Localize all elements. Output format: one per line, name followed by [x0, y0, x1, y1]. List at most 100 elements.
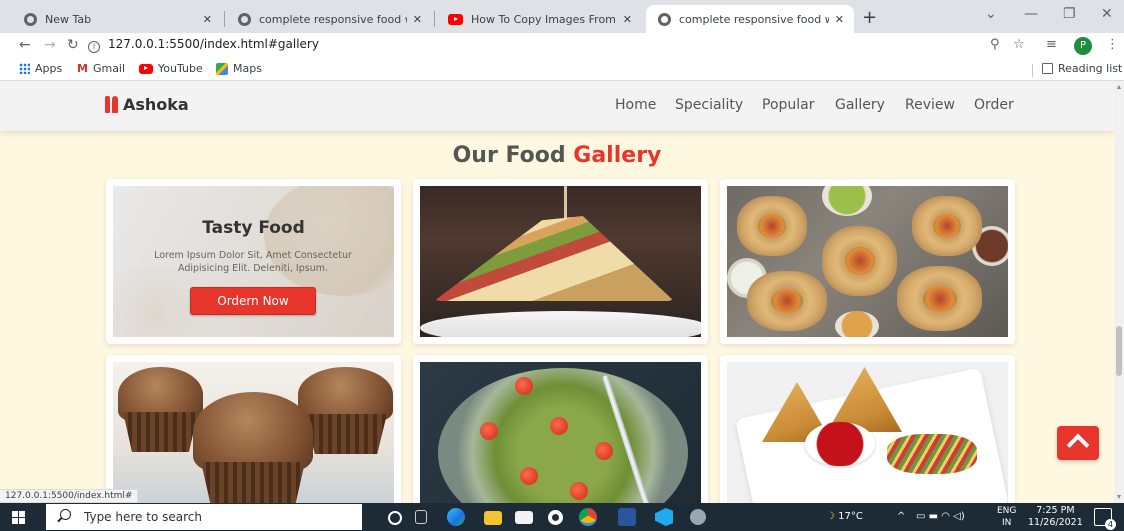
reading-list-button[interactable]: Reading list — [1042, 62, 1122, 75]
minimize-icon[interactable]: — — [1024, 6, 1038, 22]
file-explorer-icon[interactable] — [484, 511, 502, 525]
order-now-button[interactable]: Ordern Now — [190, 287, 316, 315]
tomato — [570, 482, 588, 500]
globe-icon — [658, 12, 671, 26]
menu-kebab-icon[interactable]: ⋮ — [1106, 37, 1119, 52]
salad-garnish — [887, 434, 977, 474]
green-dip — [822, 186, 872, 216]
new-tab-plus-icon[interactable]: + — [862, 7, 877, 28]
gallery-heading: Our Food Gallery — [0, 143, 1114, 168]
window-close-icon[interactable]: ✕ — [1101, 6, 1113, 22]
nav-popular[interactable]: Popular — [762, 97, 815, 113]
scroll-to-top-button[interactable] — [1057, 426, 1099, 460]
close-icon[interactable]: ✕ — [835, 13, 844, 26]
cortana-icon[interactable] — [388, 511, 402, 525]
close-icon[interactable]: ✕ — [203, 13, 212, 26]
temperature: 17°C — [838, 511, 863, 522]
back-arrow-icon[interactable]: ← — [19, 37, 31, 53]
gallery-card-sandwich[interactable] — [413, 179, 708, 344]
chrome-icon[interactable] — [579, 508, 597, 526]
globe-icon — [24, 12, 37, 26]
close-icon[interactable]: ✕ — [623, 13, 632, 26]
notification-count: 4 — [1105, 519, 1116, 530]
heading-accent: Gallery — [573, 143, 662, 168]
nav-order[interactable]: Order — [974, 97, 1014, 113]
app-icon[interactable] — [690, 509, 706, 525]
cupcakes-image — [113, 362, 394, 503]
bookmark-maps[interactable]: Maps — [216, 62, 262, 75]
salad-bowl — [438, 368, 688, 503]
youtube-icon — [448, 13, 463, 25]
taskbar-search-box[interactable]: Type here to search — [46, 504, 362, 530]
nav-review[interactable]: Review — [905, 97, 955, 113]
scrollbar-thumb[interactable] — [1116, 326, 1122, 376]
edge-icon[interactable] — [447, 508, 465, 526]
gallery-card-samosa[interactable] — [720, 355, 1015, 503]
bookmark-youtube[interactable]: YouTube — [139, 62, 203, 75]
sandwich-image — [420, 186, 701, 337]
bookmarks-bar: Apps M Gmail YouTube Maps Reading list — [0, 59, 1124, 81]
profile-avatar[interactable]: P — [1074, 37, 1092, 55]
reload-icon[interactable]: ↻ — [67, 37, 79, 53]
orange-dip — [835, 311, 879, 337]
gallery-card-cupcakes[interactable] — [106, 355, 401, 503]
page-scrollbar[interactable] — [1114, 81, 1124, 503]
tab-title: How To Copy Images From Word — [471, 12, 617, 26]
bookmark-star-icon[interactable]: ☆ — [1013, 37, 1025, 52]
nav-gallery[interactable]: Gallery — [835, 97, 885, 113]
settings-gear-icon[interactable] — [548, 510, 563, 525]
bookmark-gmail[interactable]: M Gmail — [77, 62, 125, 75]
tray-icons[interactable]: ▭ ▬ ◠ ◁) — [916, 511, 965, 522]
reading-list-icon — [1042, 63, 1053, 74]
restore-icon[interactable]: ❐ — [1063, 6, 1076, 22]
bookmark-apps[interactable]: Apps — [19, 62, 62, 75]
moon-icon: ☽ — [826, 511, 835, 522]
mail-icon[interactable] — [515, 511, 533, 524]
tab-search-chevron-icon[interactable]: ⌄ — [985, 6, 997, 22]
cupcake-liner — [201, 462, 305, 503]
url-text: 127.0.0.1:5500/index.html#gallery — [108, 37, 319, 51]
notification-center-icon[interactable]: 4 — [1094, 508, 1116, 530]
tab-new-tab[interactable]: New Tab ✕ — [12, 5, 222, 33]
zoom-icon[interactable]: ⚲ — [990, 37, 1000, 52]
clock-time: 7:25 PM — [1036, 505, 1075, 516]
windows-start-icon[interactable] — [12, 511, 25, 524]
cupcake-liner — [123, 412, 198, 452]
scroll-up-arrow-icon[interactable] — [1117, 85, 1121, 89]
heading-main: Our Food — [452, 143, 566, 168]
burger-background-image: Tasty Food Lorem Ipsum Dolor Sit, Amet C… — [113, 186, 394, 337]
forward-arrow-icon[interactable]: → — [44, 37, 56, 53]
site-header: Ashoka Home Speciality Popular Gallery R… — [0, 81, 1114, 131]
zucchini-salad-image — [420, 362, 701, 503]
tab-copy-images[interactable]: How To Copy Images From Word ✕ — [436, 5, 642, 33]
address-bar[interactable]: i 127.0.0.1:5500/index.html#gallery — [88, 37, 319, 53]
taskbar-clock[interactable]: 7:25 PM 11/26/2021 — [1028, 505, 1083, 529]
tomato — [480, 422, 498, 440]
reading-list-icon[interactable]: ≡ — [1046, 37, 1057, 52]
site-logo[interactable]: Ashoka — [105, 95, 189, 114]
gallery-card-wraps[interactable] — [720, 179, 1015, 344]
utensils-icon — [105, 96, 119, 113]
tab-separator — [434, 11, 435, 27]
gallery-card-salad[interactable] — [413, 355, 708, 503]
scroll-down-arrow-icon[interactable] — [1117, 495, 1121, 499]
bookmark-label: YouTube — [158, 62, 203, 75]
nav-speciality[interactable]: Speciality — [675, 97, 743, 113]
tomato — [550, 417, 568, 435]
tab-food-website-1[interactable]: complete responsive food websi ✕ — [226, 5, 432, 33]
tab-food-website-active[interactable]: complete responsive food websi ✕ — [646, 5, 854, 33]
weather-widget[interactable]: ☽ 17°C — [826, 511, 863, 522]
page-viewport: Ashoka Home Speciality Popular Gallery R… — [0, 81, 1124, 503]
apps-grid-icon — [19, 63, 30, 74]
card-description: Lorem Ipsum Dolor Sit, Amet Consectetur … — [154, 250, 352, 274]
bookmark-label: Gmail — [92, 62, 126, 75]
tray-chevron-icon[interactable]: ^ — [897, 511, 905, 522]
input-language[interactable]: ENG IN — [997, 505, 1016, 529]
sandwich-slice — [434, 216, 674, 301]
site-info-icon[interactable]: i — [88, 41, 100, 53]
task-view-icon[interactable] — [415, 510, 427, 524]
word-icon[interactable] — [618, 508, 636, 526]
vscode-icon[interactable] — [655, 508, 673, 526]
nav-home[interactable]: Home — [615, 97, 656, 113]
close-icon[interactable]: ✕ — [413, 13, 422, 26]
